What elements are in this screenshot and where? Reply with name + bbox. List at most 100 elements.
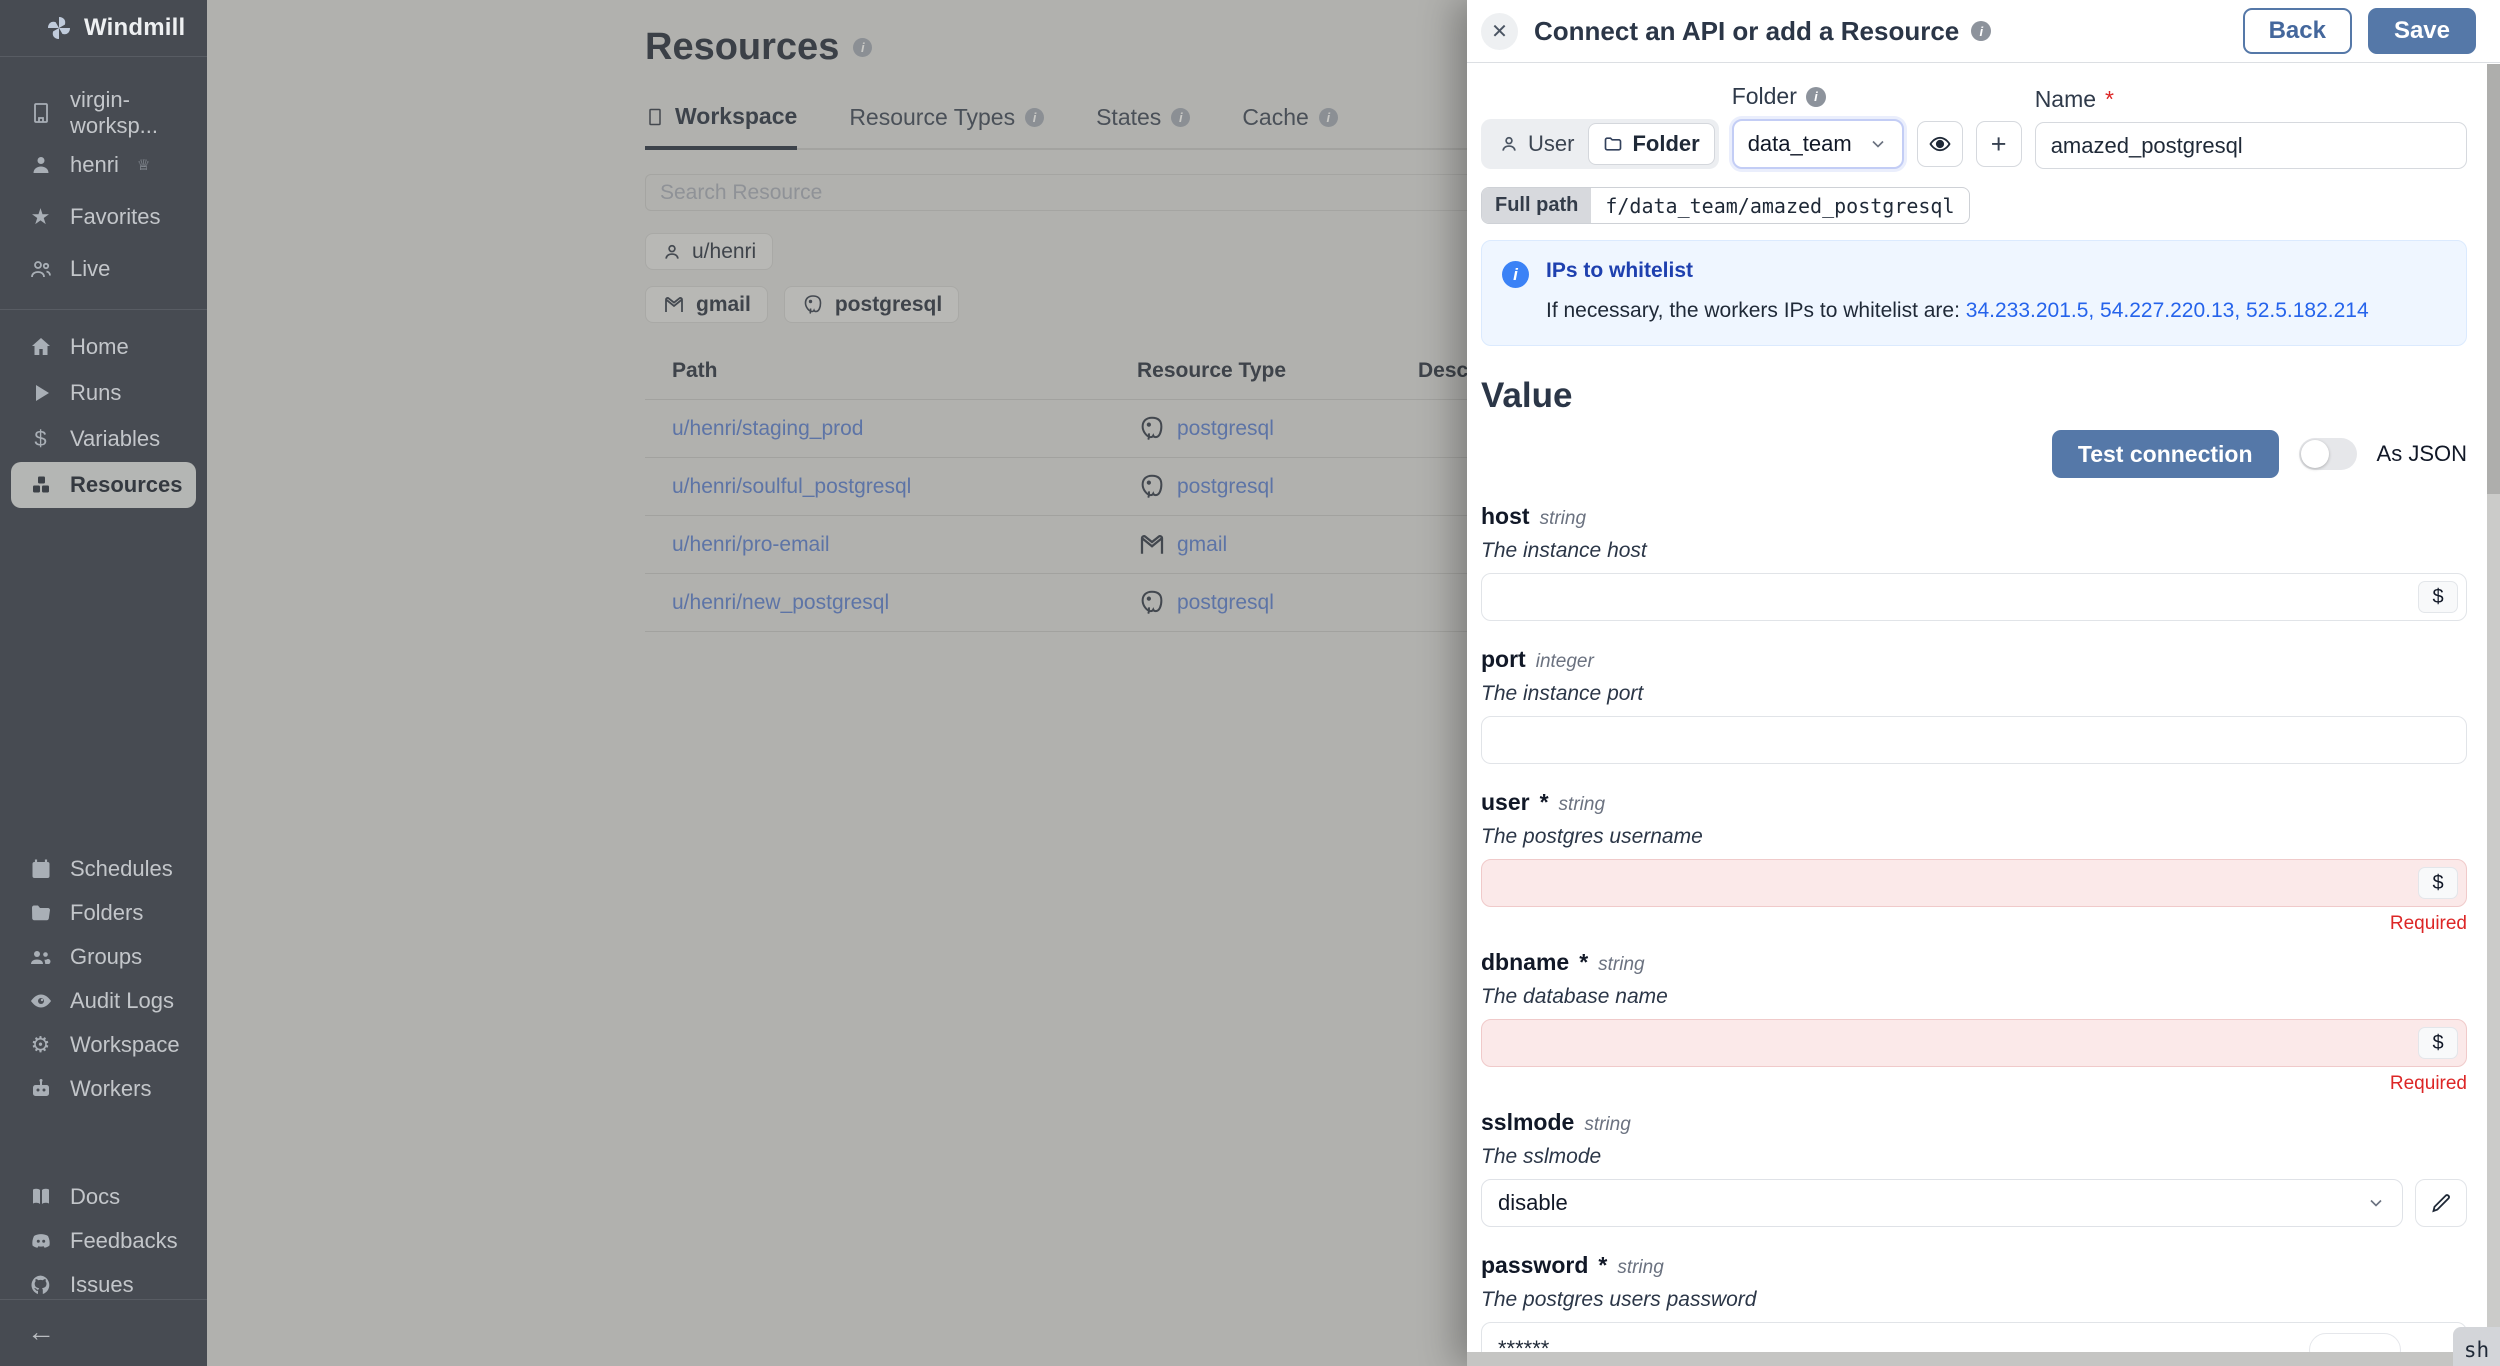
gear-icon: ⚙ [30, 1032, 51, 1057]
tab-workspace[interactable]: Workspace [645, 103, 798, 150]
sidebar-workspace-group: virgin-worksp... henri ♕ ★ Favorites Liv… [0, 73, 207, 295]
sidebar-item-favorites[interactable]: ★ Favorites [0, 191, 207, 243]
resource-path-link[interactable]: u/henri/staging_prod [672, 417, 1137, 441]
resource-type-link[interactable]: postgresql [1177, 591, 1274, 615]
folder-select[interactable]: data_team [1731, 119, 1904, 169]
resource-path-link[interactable]: u/henri/new_postgresql [672, 591, 1137, 615]
type-filter-chip-gmail[interactable]: gmail [645, 286, 768, 323]
sidebar-item-groups[interactable]: Groups [0, 935, 207, 979]
save-button[interactable]: Save [2367, 8, 2476, 54]
resource-path-link[interactable]: u/henri/pro-email [672, 533, 1137, 557]
add-folder-button[interactable]: + [1975, 121, 2022, 167]
app-root: Windmill virgin-worksp... henri ♕ ★ Favo… [0, 0, 2500, 1366]
sidebar-item-resources[interactable]: Resources [11, 462, 196, 508]
close-icon[interactable]: ✕ [1481, 12, 1518, 50]
variable-picker-button[interactable]: $ [2418, 1027, 2458, 1059]
app-title: Windmill [84, 14, 186, 41]
required-error: Required [2389, 1073, 2467, 1094]
drawer-scrollbar-thumb[interactable] [2487, 64, 2500, 494]
user-icon [1499, 134, 1519, 154]
sidebar-item-workers[interactable]: Workers [0, 1067, 207, 1111]
sidebar-item-home[interactable]: Home [0, 324, 207, 370]
sslmode-select[interactable]: disable [1481, 1179, 2403, 1227]
folder-select-group: Folder i data_team [1731, 83, 1904, 169]
field-sslmode: sslmode string The sslmode disable [1481, 1109, 2467, 1227]
view-folder-button[interactable] [1916, 121, 1963, 167]
sidebar-item-folders[interactable]: Folders [0, 891, 207, 935]
test-connection-button[interactable]: Test connection [2051, 430, 2279, 478]
owner-kind-folder[interactable]: Folder [1588, 123, 1715, 165]
field-user: user * string The postgres username $ Req… [1481, 789, 2467, 934]
dbname-input[interactable] [1481, 1019, 2467, 1067]
name-input[interactable] [2034, 122, 2467, 169]
page-title: Resources [645, 26, 840, 68]
collapse-sidebar-icon[interactable]: ← [27, 1316, 55, 1347]
toggle-knob [2300, 440, 2329, 468]
type-filter-chip-postgresql[interactable]: postgresql [783, 286, 960, 323]
username: henri [70, 152, 119, 177]
field-port: port integer The instance port [1481, 646, 2467, 764]
sidebar-item-feedbacks[interactable]: Feedbacks [0, 1219, 207, 1263]
workspace-name: virgin-worksp... [70, 87, 159, 138]
variable-picker-button[interactable]: $ [2418, 581, 2458, 613]
sidebar-item-docs[interactable]: Docs [0, 1175, 207, 1219]
tab-cache[interactable]: Cache i [1242, 103, 1338, 148]
back-button[interactable]: Back [2242, 8, 2352, 54]
windmill-logo-icon [44, 13, 74, 43]
variable-picker-button[interactable]: $ [2418, 867, 2458, 899]
sidebar: Windmill virgin-worksp... henri ♕ ★ Favo… [0, 0, 207, 1366]
host-input[interactable] [1481, 573, 2467, 621]
sidebar-collapse-row: ← [0, 1299, 207, 1366]
owner-filter-chip[interactable]: u/henri [645, 233, 774, 270]
cubes-icon [27, 473, 54, 497]
port-input[interactable] [1481, 716, 2467, 764]
tab-states[interactable]: States i [1096, 103, 1191, 148]
resource-type-link[interactable]: postgresql [1177, 417, 1274, 441]
info-icon: i [1502, 261, 1529, 288]
name-field-group: Name * [2034, 86, 2467, 169]
sidebar-item-workspace-selector[interactable]: virgin-worksp... [0, 87, 207, 139]
eye-icon [27, 989, 54, 1013]
info-icon: i [1805, 86, 1826, 107]
calendar-icon [27, 857, 54, 881]
building-icon [27, 101, 54, 125]
field-host: host string The instance host $ [1481, 503, 2467, 621]
owner-kind-toggle: User Folder [1481, 119, 1719, 169]
postgresql-icon [1137, 414, 1167, 444]
owner-kind-user[interactable]: User [1485, 123, 1588, 165]
add-resource-drawer: ✕ Connect an API or add a Resource i Bac… [1467, 0, 2500, 1366]
sidebar-item-live[interactable]: Live [0, 243, 207, 295]
tab-resource-types[interactable]: Resource Types i [849, 103, 1045, 148]
show-password-tab[interactable]: sh [2453, 1327, 2500, 1366]
as-json-label: As JSON [2376, 441, 2467, 466]
folder-icon [1603, 134, 1623, 154]
sidebar-item-runs[interactable]: Runs [0, 370, 207, 416]
user-input[interactable] [1481, 859, 2467, 907]
sidebar-item-workspace-settings[interactable]: ⚙ Workspace [0, 1023, 207, 1067]
people-icon [27, 257, 54, 281]
sidebar-item-audit-logs[interactable]: Audit Logs [0, 979, 207, 1023]
plus-icon: + [1990, 128, 2007, 159]
sidebar-admin-group: Schedules Folders Groups Audit Logs ⚙ Wo… [0, 833, 207, 1111]
crown-icon: ♕ [136, 157, 151, 174]
sidebar-item-variables[interactable]: $ Variables [0, 416, 207, 462]
discord-icon [27, 1229, 54, 1253]
drawer-bottom-strip [1467, 1352, 2457, 1366]
chevron-down-icon [2366, 1193, 2386, 1213]
gmail-icon [662, 293, 686, 317]
sidebar-item-user[interactable]: henri ♕ [0, 139, 207, 191]
ips-whitelist-links[interactable]: 34.233.201.5, 54.227.220.13, 52.5.182.21… [1966, 299, 2369, 322]
chevron-down-icon [1868, 134, 1888, 154]
book-icon [27, 1185, 54, 1209]
pencil-icon [2432, 1194, 2450, 1213]
as-json-toggle[interactable] [2298, 438, 2357, 470]
full-path-value: f/data_team/amazed_postgresql [1605, 193, 1955, 218]
sidebar-item-schedules[interactable]: Schedules [0, 847, 207, 891]
edit-sslmode-button[interactable] [2415, 1179, 2467, 1227]
home-icon [27, 335, 54, 359]
resource-type-link[interactable]: postgresql [1177, 475, 1274, 499]
resource-type-link[interactable]: gmail [1177, 533, 1227, 557]
logo-row[interactable]: Windmill [0, 0, 207, 57]
resource-path-link[interactable]: u/henri/soulful_postgresql [672, 475, 1137, 499]
info-icon[interactable]: i [853, 38, 873, 57]
